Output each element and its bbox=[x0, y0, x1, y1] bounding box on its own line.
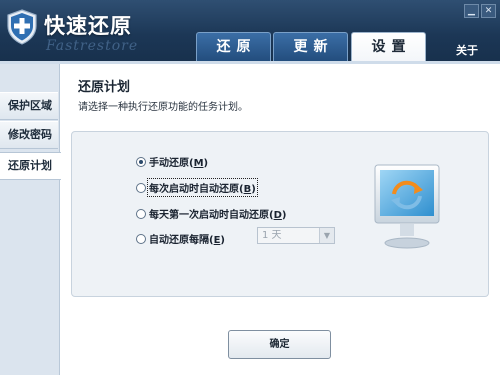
option-label: 手动还原(M) bbox=[149, 158, 209, 169]
option-label: 自动还原每隔(E) bbox=[149, 235, 225, 246]
tab-settings[interactable]: 设置 bbox=[351, 32, 426, 64]
sidebar-item-protected-area[interactable]: 保护区域 bbox=[0, 92, 58, 120]
sidebar-item-change-password[interactable]: 修改密码 bbox=[0, 121, 58, 149]
option-label: 每天第一次启动时自动还原(D) bbox=[149, 210, 287, 221]
title-bar: 快速还原 Fastrestore ▁ ✕ 还原 更新 设置 关于 bbox=[0, 0, 500, 64]
radio-icon[interactable] bbox=[136, 208, 146, 219]
sidebar-item-restore-plan[interactable]: 还原计划 bbox=[0, 152, 61, 180]
tab-update[interactable]: 更新 bbox=[273, 32, 348, 62]
option-restore-on-every-boot[interactable]: 每次启动时自动还原(B) bbox=[136, 178, 258, 197]
interval-select-value: 1 天 bbox=[262, 230, 282, 241]
monitor-restore-icon bbox=[374, 164, 440, 249]
radio-icon[interactable] bbox=[136, 182, 146, 193]
window-controls: ▁ ✕ bbox=[464, 4, 496, 18]
app-title: 快速还原 bbox=[44, 14, 132, 38]
dropdown-arrow-icon[interactable]: ▼ bbox=[319, 228, 334, 243]
option-restore-every-interval[interactable]: 自动还原每隔(E) bbox=[136, 231, 225, 246]
page-title: 还原计划 bbox=[78, 80, 131, 95]
about-link[interactable]: 关于 bbox=[456, 42, 478, 58]
interval-select[interactable]: 1 天 ▼ bbox=[257, 227, 335, 244]
radio-icon[interactable] bbox=[136, 233, 146, 244]
option-manual-restore[interactable]: 手动还原(M) bbox=[136, 154, 208, 169]
restore-plan-panel: 还原计划 请选择一种执行还原功能的任务计划。 手动还原(M) 每次启动时自动还原… bbox=[60, 64, 500, 375]
option-label: 每次启动时自动还原(B) bbox=[147, 178, 258, 197]
tab-restore[interactable]: 还原 bbox=[196, 32, 271, 62]
page-description: 请选择一种执行还原功能的任务计划。 bbox=[78, 102, 248, 113]
close-button[interactable]: ✕ bbox=[481, 4, 496, 18]
settings-sidebar: 保护区域 修改密码 还原计划 bbox=[0, 64, 61, 375]
option-restore-on-first-daily-boot[interactable]: 每天第一次启动时自动还原(D) bbox=[136, 206, 286, 221]
app-subtitle-watermark: Fastrestore bbox=[46, 38, 139, 54]
ok-button[interactable]: 确定 bbox=[228, 330, 331, 359]
minimize-button[interactable]: ▁ bbox=[464, 4, 479, 18]
radio-icon[interactable] bbox=[136, 156, 146, 167]
shield-plus-icon bbox=[7, 9, 37, 45]
